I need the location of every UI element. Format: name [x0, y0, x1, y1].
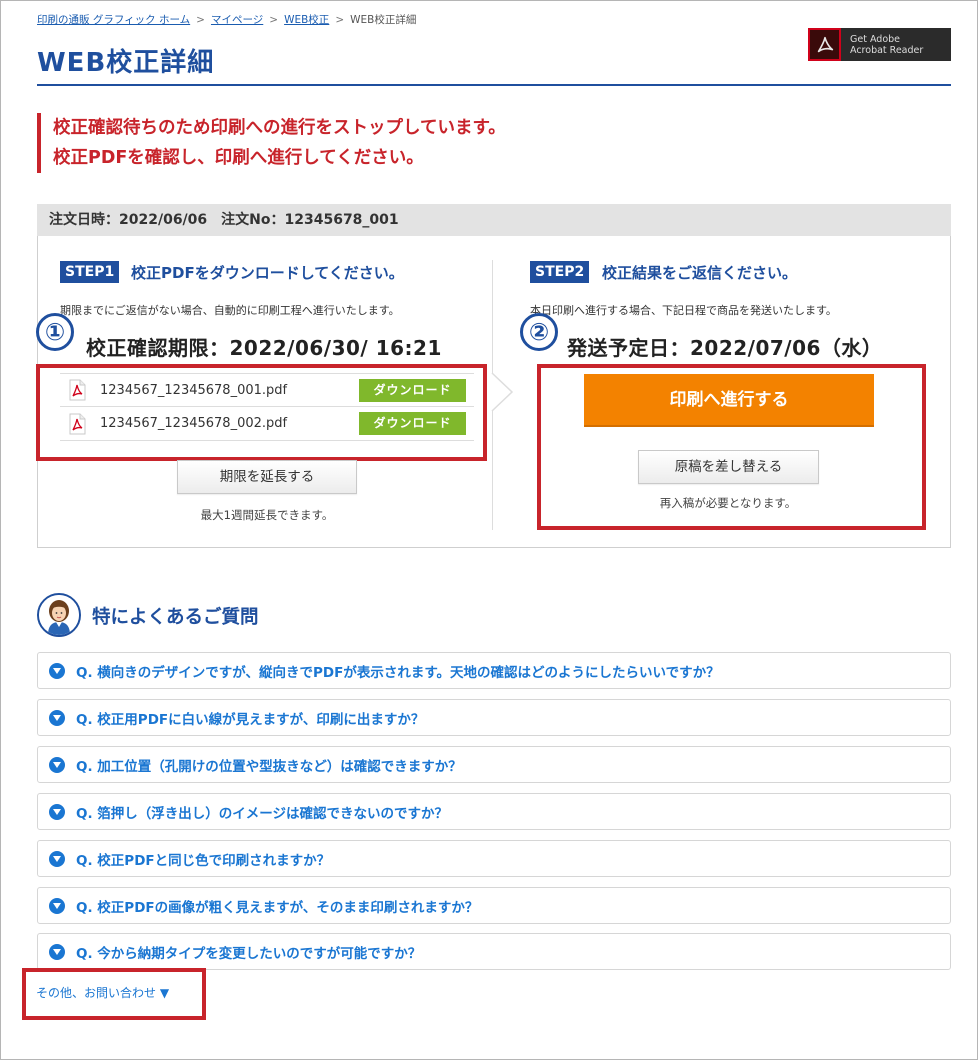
step2-note: 本日印刷へ進行する場合、下記日程で商品を発送いたします。 [530, 304, 837, 317]
faq-item[interactable]: Q. 加工位置（孔開けの位置や型抜きなど）は確認できますか？ [37, 746, 951, 783]
breadcrumb: 印刷の通販 グラフィック ホーム > マイページ > WEB校正 > WEB校正詳細 [37, 12, 416, 27]
faq-question: Q. 校正用PDFに白い線が見えますが、印刷に出ますか？ [76, 711, 425, 728]
highlight-box-more [22, 968, 206, 1020]
faq-question: Q. 加工位置（孔開けの位置や型抜きなど）は確認できますか？ [76, 758, 462, 775]
faq-question: Q. 横向きのデザインですが、縦向きでPDFが表示されます。天地の確認はどのよう… [76, 664, 720, 681]
extend-deadline-button[interactable]: 期限を延長する [177, 460, 357, 494]
step1-note: 期限までにご返信がない場合、自動的に印刷工程へ進行いたします。 [60, 304, 400, 317]
chevron-down-icon [49, 850, 65, 867]
step-arrow-icon [491, 372, 514, 412]
support-avatar-icon [37, 593, 81, 637]
chevron-down-icon [49, 662, 65, 679]
faq-title: 特によくあるご質問 [92, 607, 259, 628]
breadcrumb-separator: > [335, 14, 345, 26]
faq-item[interactable]: Q. 今から納期タイプを変更したいのですが可能ですか？ [37, 933, 951, 970]
faq-item[interactable]: Q. 箔押し（浮き出し）のイメージは確認できないのですか？ [37, 793, 951, 830]
step1-heading: 校正PDFをダウンロードしてください。 [131, 264, 404, 282]
faq-question: Q. 校正PDFの画像が粗く見えますが、そのまま印刷されますか？ [76, 899, 479, 916]
status-alert: 校正確認待ちのため印刷への進行をストップしています。 校正PDFを確認し、印刷へ… [37, 113, 951, 173]
faq-item[interactable]: Q. 校正用PDFに白い線が見えますが、印刷に出ますか？ [37, 699, 951, 736]
highlight-box-files [36, 364, 487, 461]
breadcrumb-separator: > [196, 14, 205, 26]
faq-item[interactable]: Q. 横向きのデザインですが、縦向きでPDFが表示されます。天地の確認はどのよう… [37, 652, 951, 689]
alert-line-1: 校正確認待ちのため印刷への進行をストップしています。 [53, 118, 506, 138]
faq-question: Q. 今から納期タイプを変更したいのですが可能ですか？ [76, 945, 422, 962]
chevron-down-icon [49, 897, 65, 914]
acrobat-logo-icon [808, 28, 841, 61]
acrobat-banner-line1: Get Adobe [850, 33, 901, 45]
highlight-box-actions [537, 364, 926, 530]
breadcrumb-link-mypage[interactable]: マイページ [211, 14, 263, 26]
marker-2: ② [520, 313, 558, 351]
faq-question: Q. 箔押し（浮き出し）のイメージは確認できないのですか？ [76, 805, 449, 822]
page-title: WEB校正詳細 [37, 48, 215, 78]
marker-1: ① [36, 313, 74, 351]
chevron-down-icon [49, 756, 65, 773]
breadcrumb-link-home[interactable]: 印刷の通販 グラフィック ホーム [37, 14, 190, 26]
acrobat-banner-line2: Acrobat Reader [850, 44, 924, 56]
extend-note: 最大1週間延長できます。 [200, 508, 334, 522]
step2-heading: 校正結果をご返信ください。 [602, 264, 798, 282]
step2-badge: STEP2 [530, 261, 590, 283]
chevron-down-icon [49, 709, 65, 726]
alert-line-2: 校正PDFを確認し、印刷へ進行してください。 [53, 148, 424, 168]
order-info-bar: 注文日時：2022/06/06 注文No：12345678_001 [37, 204, 951, 236]
faq-question: Q. 校正PDFと同じ色で印刷されますか？ [76, 852, 331, 869]
chevron-down-icon [49, 803, 65, 820]
proof-deadline: 校正確認期限：2022/06/30/ 16:21 [86, 336, 442, 360]
faq-item[interactable]: Q. 校正PDFの画像が粗く見えますが、そのまま印刷されますか？ [37, 887, 951, 924]
ship-date: 発送予定日：2022/07/06（水） [567, 336, 883, 360]
breadcrumb-link-web-proof[interactable]: WEB校正 [284, 14, 329, 26]
faq-item[interactable]: Q. 校正PDFと同じ色で印刷されますか？ [37, 840, 951, 877]
chevron-down-icon [49, 943, 65, 960]
title-divider [37, 84, 951, 86]
step1-badge: STEP1 [60, 261, 120, 283]
acrobat-banner-text: Get Adobe Acrobat Reader [850, 34, 923, 56]
breadcrumb-current: WEB校正詳細 [350, 14, 417, 26]
breadcrumb-separator: > [269, 14, 279, 26]
get-acrobat-reader-banner[interactable]: Get Adobe Acrobat Reader [808, 28, 951, 61]
